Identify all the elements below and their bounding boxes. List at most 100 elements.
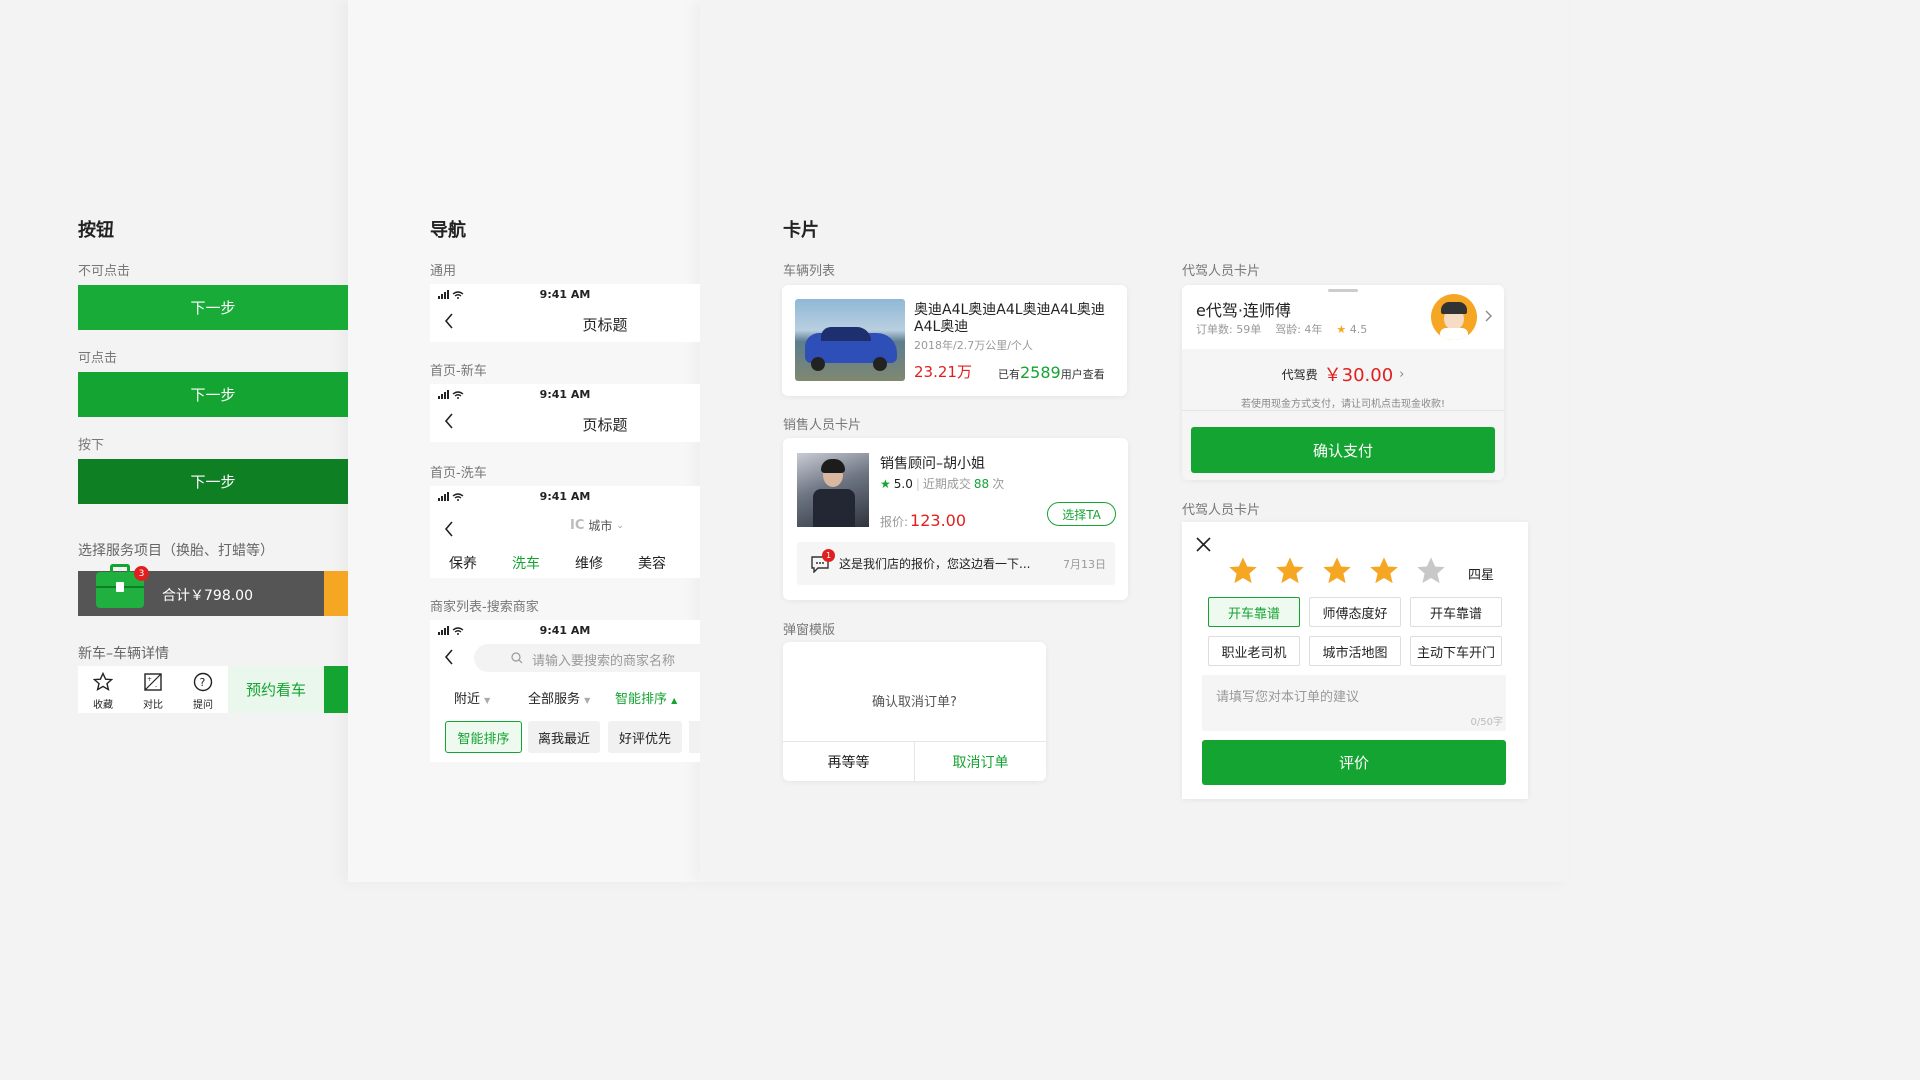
back-arrow-icon[interactable] — [444, 521, 454, 537]
confirm-dialog: 确认取消订单? 再等等 取消订单 — [783, 642, 1046, 781]
driver-rating: 4.5 — [1349, 322, 1368, 336]
chevron-right-icon: › — [1399, 366, 1405, 382]
label-dialog: 弹窗模版 — [783, 623, 836, 638]
svg-text:-: - — [155, 683, 157, 690]
signal-wifi-icon — [438, 492, 464, 501]
dialog-message: 确认取消订单? — [872, 695, 957, 710]
star-filled-icon[interactable] — [1321, 555, 1353, 587]
page-title: 页标题 — [582, 316, 628, 334]
driver-name: e代驾·连师傅 — [1196, 301, 1291, 320]
driver-pay-card: e代驾·连师傅 订单数: 59单 驾龄: 4年 ★ 4.5 代驾费 ￥30.00… — [1182, 285, 1504, 480]
tab-repair[interactable]: 维修 — [575, 553, 603, 573]
status-time: 9:41 AM — [539, 623, 591, 637]
driver-rating-card: 四星 开车靠谱 师傅态度好 开车靠谱 职业老司机 城市活地图 主动下车开门 请填… — [1182, 522, 1528, 799]
tag-opens-door[interactable]: 主动下车开门 — [1410, 636, 1502, 666]
sales-stats: ★ 5.0 | 近期成交 88 次 — [880, 476, 1005, 492]
rating-text: 四星 — [1468, 568, 1495, 583]
vehicle-card[interactable]: 奥迪A4L奥迪A4L奥迪A4L奥迪A4L奥迪 2018年/2.7万公里/个人 2… — [782, 285, 1127, 396]
fav-label: 收藏 — [93, 700, 113, 711]
label-nav-home-new: 首页-新车 — [430, 364, 487, 379]
driver-orders: 订单数: 59单 — [1196, 323, 1262, 336]
tag-good-attitude[interactable]: 师傅态度好 — [1309, 597, 1401, 627]
compare-button[interactable]: + - 对比 — [128, 666, 178, 713]
status-time: 9:41 AM — [539, 387, 591, 401]
filter-all-services[interactable]: 全部服务 ▼ — [528, 688, 590, 707]
next-label: 下一步 — [190, 473, 236, 491]
city-label: 城市 — [588, 519, 613, 533]
tab-beauty[interactable]: 美容 — [638, 553, 666, 573]
fee-divider — [1182, 410, 1504, 411]
sales-quote-value: 123.00 — [910, 511, 967, 530]
car-meta: 2018年/2.7万公里/个人 — [914, 339, 1033, 352]
star-filled-icon[interactable] — [1368, 555, 1400, 587]
sort-chip-smart[interactable]: 智能排序 — [445, 721, 522, 753]
ask-button[interactable]: ? 提问 — [178, 666, 228, 713]
star-filled-icon: ★ — [1336, 322, 1347, 336]
drag-handle[interactable] — [1328, 289, 1358, 292]
section-title-nav: 导航 — [430, 220, 466, 241]
detail-bottom-bar: 收藏 + - 对比 ? 提问 预约看车 — [78, 666, 348, 713]
sales-deals: 88 — [973, 476, 990, 491]
sort-chip-rating[interactable]: 好评优先 — [608, 721, 682, 753]
car-title: 奥迪A4L奥迪A4L奥迪A4L奥迪A4L奥迪 — [914, 302, 1105, 335]
star-empty-icon[interactable] — [1415, 555, 1447, 587]
filter-smart-sort[interactable]: 智能排序 ▲ — [615, 688, 677, 707]
navbar-home-new: 9:41 AM 页标题 — [430, 384, 700, 442]
sales-card: 销售顾问–胡小姐 ★ 5.0 | 近期成交 88 次 报价: 123.00 选择TA … — [783, 438, 1128, 600]
star-rating[interactable] — [1227, 555, 1457, 587]
primary-action-edge[interactable] — [324, 666, 348, 713]
tab-maintenance[interactable]: 保养 — [449, 553, 477, 573]
sort-chip-overflow[interactable] — [689, 721, 700, 753]
fav-button[interactable]: 收藏 — [78, 666, 128, 713]
fee-label: 代驾费 — [1281, 367, 1318, 382]
city-logo-icon: IC — [570, 518, 585, 533]
comment-input[interactable]: 请填写您对本订单的建议 0/50字 — [1202, 675, 1506, 731]
sort-chip-nearest[interactable]: 离我最近 — [528, 721, 600, 753]
fee-row[interactable]: 代驾费 ￥30.00 › — [1182, 361, 1504, 387]
label-pressed: 按下 — [78, 438, 105, 453]
next-button-disabled: 下一步 — [78, 285, 348, 330]
navbar-general: 9:41 AM 页标题 — [430, 284, 700, 342]
back-arrow-icon[interactable] — [444, 649, 454, 665]
next-button[interactable]: 下一步 — [78, 372, 348, 417]
star-filled-icon[interactable] — [1274, 555, 1306, 587]
dialog-wait-button[interactable]: 再等等 — [783, 742, 914, 781]
search-icon — [511, 652, 523, 664]
car-photo — [795, 299, 905, 381]
sales-avatar-photo — [797, 453, 869, 527]
sales-name: 销售顾问–胡小姐 — [880, 456, 985, 472]
navbar-merchant-search: 9:41 AM 请输入要搜索的商家名称 附近 ▼ 全部服务 ▼ 智能排序 ▲ 智… — [430, 620, 700, 762]
message-badge: 1 — [822, 549, 835, 562]
label-detail: 新车–车辆详情 — [78, 646, 169, 662]
close-icon[interactable] — [1196, 537, 1211, 552]
choose-sales-button[interactable]: 选择TA — [1047, 502, 1116, 526]
confirm-pay-button[interactable]: 确认支付 — [1191, 427, 1495, 473]
sales-message-row[interactable]: 1 这是我们店的报价，您这边看一下... 7月13日 — [797, 542, 1115, 585]
label-service: 选择服务项目（换胎、打蜡等） — [78, 543, 274, 559]
sales-rating: 5.0 — [893, 476, 913, 491]
tab-car-wash[interactable]: 洗车 — [512, 553, 540, 573]
tag-reliable-driving-2[interactable]: 开车靠谱 — [1410, 597, 1502, 627]
star-outline-icon — [93, 672, 113, 692]
book-viewing-button[interactable]: 预约看车 — [228, 666, 324, 713]
filter-nearby[interactable]: 附近 ▼ — [454, 688, 490, 707]
merchant-search-input[interactable]: 请输入要搜索的商家名称 — [474, 644, 700, 672]
tag-city-map[interactable]: 城市活地图 — [1309, 636, 1401, 666]
driver-years: 驾龄: 4年 — [1275, 323, 1323, 336]
label-sales: 销售人员卡片 — [783, 418, 862, 433]
car-views: 已有2589用户查看 — [998, 363, 1105, 382]
label-nav-general: 通用 — [430, 264, 457, 279]
next-button-pressed[interactable]: 下一步 — [78, 459, 348, 504]
svg-text:?: ? — [200, 676, 206, 689]
chevron-right-icon[interactable] — [1484, 310, 1492, 322]
checkout-button-edge[interactable] — [324, 571, 348, 616]
evaluate-button[interactable]: 评价 — [1202, 740, 1506, 785]
driver-avatar — [1431, 294, 1477, 340]
tag-veteran-driver[interactable]: 职业老司机 — [1208, 636, 1300, 666]
tag-reliable-driving[interactable]: 开车靠谱 — [1208, 597, 1300, 627]
dialog-cancel-order-button[interactable]: 取消订单 — [915, 742, 1046, 781]
star-filled-icon[interactable] — [1227, 555, 1259, 587]
signal-wifi-icon — [438, 390, 464, 399]
city-selector[interactable]: IC 城市 ⌄ — [570, 517, 624, 534]
next-label: 下一步 — [190, 386, 236, 404]
